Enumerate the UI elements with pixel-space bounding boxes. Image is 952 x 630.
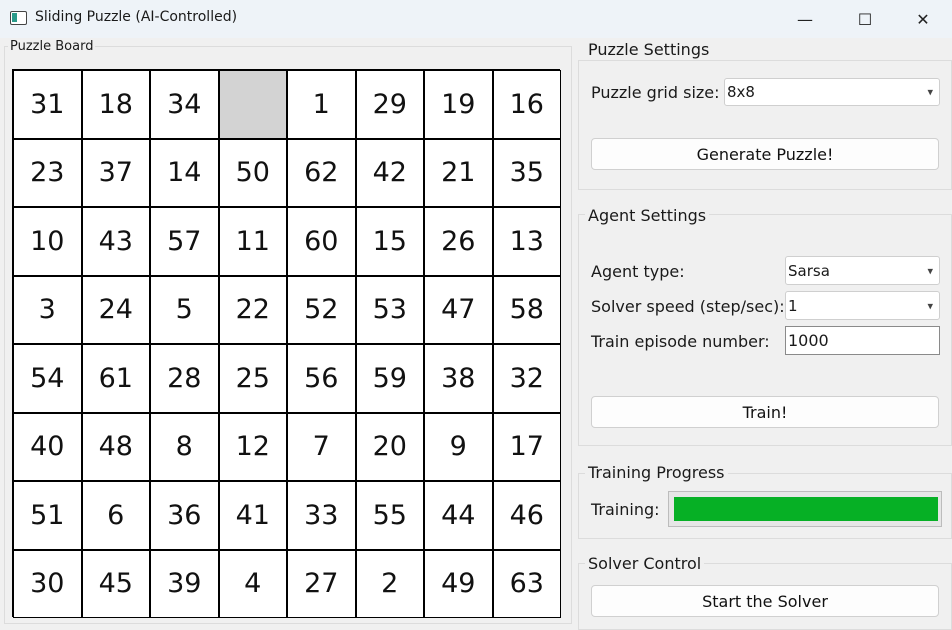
chevron-down-icon: ▾: [927, 85, 933, 99]
puzzle-tile[interactable]: 49: [424, 549, 493, 618]
puzzle-board-label: Puzzle Board: [8, 39, 96, 54]
puzzle-tile[interactable]: 17: [492, 412, 561, 481]
puzzle-tile[interactable]: 47: [424, 275, 493, 344]
puzzle-tile[interactable]: 34: [150, 70, 219, 139]
solver-control-title: Solver Control: [585, 554, 705, 573]
puzzle-tile[interactable]: 54: [13, 344, 82, 413]
puzzle-tile[interactable]: 59: [355, 344, 424, 413]
solver-speed-select[interactable]: 1 ▾: [785, 291, 940, 320]
app-window-icon: [10, 11, 27, 25]
puzzle-tile[interactable]: 35: [492, 138, 561, 207]
puzzle-tile[interactable]: 50: [218, 138, 287, 207]
puzzle-tile[interactable]: 58: [492, 275, 561, 344]
chevron-down-icon: ▾: [927, 264, 933, 277]
puzzle-tile[interactable]: 1: [287, 70, 356, 139]
puzzle-tile[interactable]: 22: [218, 275, 287, 344]
puzzle-tile[interactable]: 33: [287, 481, 356, 550]
puzzle-tile[interactable]: 56: [287, 344, 356, 413]
puzzle-tile[interactable]: 43: [81, 207, 150, 276]
puzzle-tile[interactable]: 48: [81, 412, 150, 481]
chevron-down-icon: ▾: [927, 299, 933, 312]
puzzle-tile[interactable]: 53: [355, 275, 424, 344]
puzzle-tile[interactable]: 46: [492, 481, 561, 550]
solver-speed-label: Solver speed (step/sec):: [591, 297, 785, 316]
puzzle-tile[interactable]: 11: [218, 207, 287, 276]
grid-size-label: Puzzle grid size:: [591, 83, 720, 102]
puzzle-tile[interactable]: 26: [424, 207, 493, 276]
train-episode-label: Train episode number:: [591, 332, 770, 351]
puzzle-tile[interactable]: 15: [355, 207, 424, 276]
puzzle-tile[interactable]: 20: [355, 412, 424, 481]
puzzle-board: 31 18 34 1 29 19 16 23 37 14 50 62 42 21 35 10 43 57 11 60 1…: [12, 69, 561, 618]
puzzle-tile[interactable]: 18: [81, 70, 150, 139]
start-solver-button[interactable]: Start the Solver: [591, 585, 939, 617]
training-progress-title: Training Progress: [585, 463, 728, 482]
puzzle-tile[interactable]: 36: [150, 481, 219, 550]
puzzle-tile[interactable]: 6: [81, 481, 150, 550]
puzzle-tile[interactable]: 30: [13, 549, 82, 618]
puzzle-settings-title: Puzzle Settings: [585, 40, 713, 59]
puzzle-tile[interactable]: 57: [150, 207, 219, 276]
minimize-button[interactable]: —: [778, 0, 832, 38]
puzzle-tile[interactable]: 51: [13, 481, 82, 550]
puzzle-tile[interactable]: 3: [13, 275, 82, 344]
agent-type-select[interactable]: Sarsa ▾: [785, 256, 940, 285]
agent-type-label: Agent type:: [591, 262, 685, 281]
agent-type-value: Sarsa: [788, 261, 830, 280]
puzzle-tile[interactable]: 10: [13, 207, 82, 276]
puzzle-tile[interactable]: 25: [218, 344, 287, 413]
puzzle-tile[interactable]: 21: [424, 138, 493, 207]
generate-puzzle-button[interactable]: Generate Puzzle!: [591, 138, 939, 170]
train-episode-input[interactable]: 1000: [785, 326, 940, 355]
puzzle-tile[interactable]: 28: [150, 344, 219, 413]
puzzle-tile[interactable]: 13: [492, 207, 561, 276]
puzzle-tile[interactable]: 7: [287, 412, 356, 481]
grid-size-value: 8x8: [727, 83, 755, 101]
puzzle-tile[interactable]: 39: [150, 549, 219, 618]
puzzle-tile[interactable]: 27: [287, 549, 356, 618]
puzzle-tile[interactable]: 9: [424, 412, 493, 481]
puzzle-tile[interactable]: 40: [13, 412, 82, 481]
training-progress-bar: [668, 491, 942, 527]
puzzle-tile[interactable]: 55: [355, 481, 424, 550]
puzzle-tile[interactable]: 5: [150, 275, 219, 344]
title-bar: Sliding Puzzle (AI-Controlled) — ☐ ✕: [0, 0, 952, 38]
puzzle-tile[interactable]: 29: [355, 70, 424, 139]
puzzle-blank-tile[interactable]: [218, 70, 287, 139]
puzzle-tile[interactable]: 52: [287, 275, 356, 344]
solver-speed-value: 1: [788, 296, 798, 315]
puzzle-tile[interactable]: 42: [355, 138, 424, 207]
puzzle-tile[interactable]: 32: [492, 344, 561, 413]
puzzle-tile[interactable]: 23: [13, 138, 82, 207]
puzzle-tile[interactable]: 38: [424, 344, 493, 413]
puzzle-tile[interactable]: 60: [287, 207, 356, 276]
training-label: Training:: [591, 500, 660, 519]
puzzle-tile[interactable]: 62: [287, 138, 356, 207]
close-button[interactable]: ✕: [896, 0, 950, 38]
training-progress-fill: [674, 497, 938, 521]
agent-settings-title: Agent Settings: [585, 206, 710, 225]
puzzle-tile[interactable]: 24: [81, 275, 150, 344]
puzzle-tile[interactable]: 45: [81, 549, 150, 618]
puzzle-tile[interactable]: 14: [150, 138, 219, 207]
puzzle-tile[interactable]: 12: [218, 412, 287, 481]
puzzle-tile[interactable]: 4: [218, 549, 287, 618]
train-button[interactable]: Train!: [591, 396, 939, 428]
puzzle-tile[interactable]: 41: [218, 481, 287, 550]
puzzle-tile[interactable]: 19: [424, 70, 493, 139]
puzzle-tile[interactable]: 37: [81, 138, 150, 207]
puzzle-tile[interactable]: 63: [492, 549, 561, 618]
maximize-button[interactable]: ☐: [838, 0, 892, 38]
puzzle-tile[interactable]: 2: [355, 549, 424, 618]
window-title: Sliding Puzzle (AI-Controlled): [35, 9, 238, 25]
grid-size-select[interactable]: 8x8 ▾: [724, 78, 940, 106]
puzzle-tile[interactable]: 61: [81, 344, 150, 413]
puzzle-tile[interactable]: 31: [13, 70, 82, 139]
puzzle-tile[interactable]: 44: [424, 481, 493, 550]
puzzle-tile[interactable]: 8: [150, 412, 219, 481]
puzzle-tile[interactable]: 16: [492, 70, 561, 139]
